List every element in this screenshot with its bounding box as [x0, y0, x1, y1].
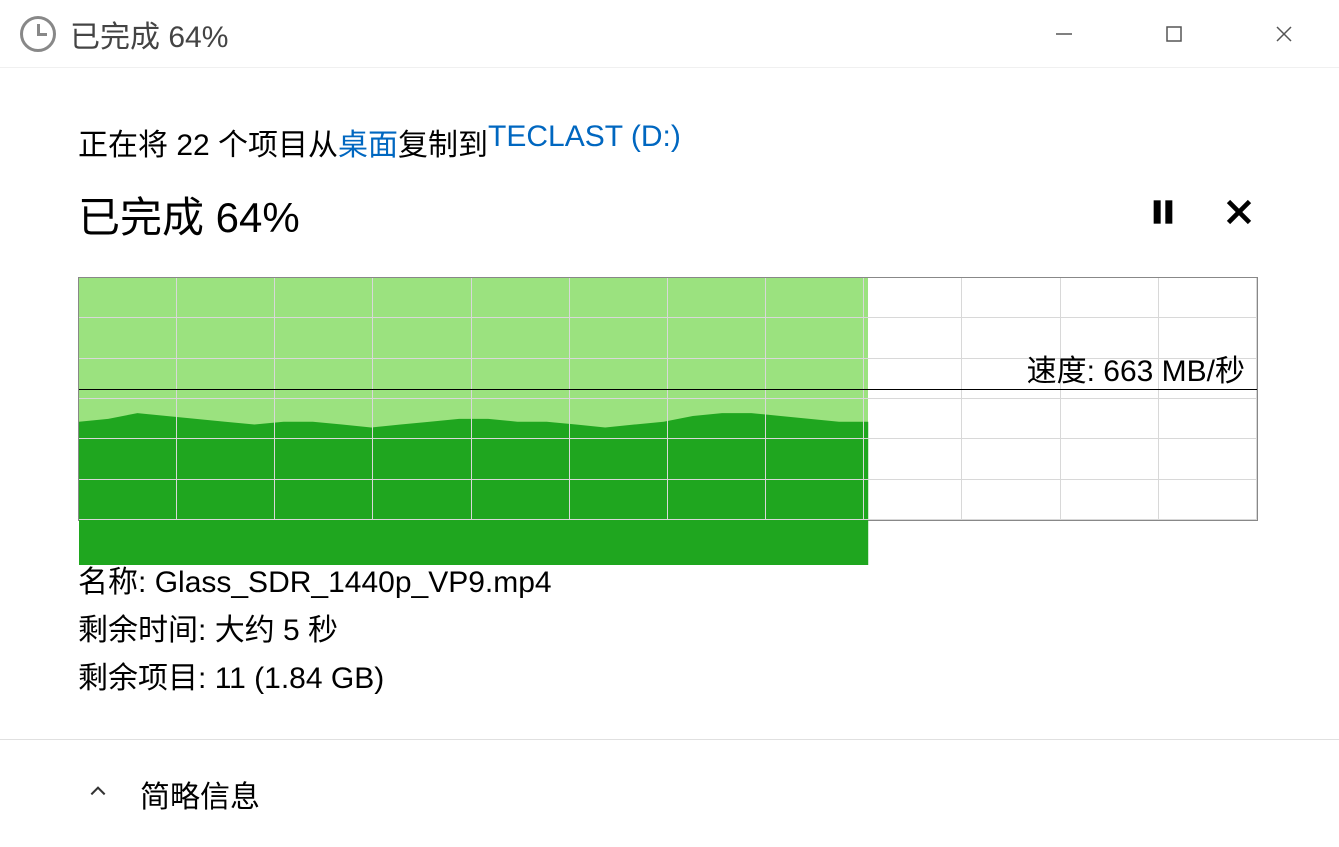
details-block: 名称: Glass_SDR_1440p_VP9.mp4 剩余时间: 大约 5 秒… — [78, 559, 1265, 703]
copy-prefix: 正在将 22 个项目从 — [78, 120, 338, 164]
chart-speed-area — [79, 278, 1257, 565]
detail-name-value: Glass_SDR_1440p_VP9.mp4 — [155, 566, 552, 599]
title-bar: 已完成 64% — [0, 0, 1339, 68]
cancel-button[interactable] — [1225, 198, 1253, 231]
window-title: 已完成 64% — [70, 12, 228, 56]
footer-label[interactable]: 简略信息 — [140, 772, 260, 816]
detail-time-label: 剩余时间: — [78, 614, 206, 647]
detail-name: 名称: Glass_SDR_1440p_VP9.mp4 — [78, 559, 1265, 607]
footer-bar: 简略信息 — [0, 739, 1339, 847]
close-button[interactable] — [1229, 0, 1339, 68]
detail-time-value: 大约 5 秒 — [215, 614, 338, 647]
collapse-button[interactable] — [88, 781, 108, 806]
copy-description: 正在将 22 个项目从 桌面 复制到 TECLAST (D:) — [78, 120, 1265, 164]
detail-items-label: 剩余项目: — [78, 662, 206, 695]
progress-text: 已完成 64% — [78, 184, 300, 245]
progress-controls — [1149, 198, 1265, 231]
maximize-button[interactable] — [1119, 0, 1229, 68]
minimize-button[interactable] — [1009, 0, 1119, 68]
detail-items: 剩余项目: 11 (1.84 GB) — [78, 655, 1265, 703]
detail-items-value: 11 (1.84 GB) — [215, 662, 385, 695]
detail-time: 剩余时间: 大约 5 秒 — [78, 607, 1265, 655]
pause-button[interactable] — [1149, 198, 1177, 231]
speed-chart: 速度: 663 MB/秒 — [78, 277, 1258, 521]
dest-link[interactable]: TECLAST (D:) — [488, 120, 681, 164]
chart-speed-label: 速度: 663 MB/秒 — [1027, 346, 1245, 390]
detail-name-label: 名称: — [78, 566, 146, 599]
clock-icon — [20, 16, 56, 52]
copy-middle: 复制到 — [398, 120, 488, 164]
source-link[interactable]: 桌面 — [338, 120, 398, 164]
progress-row: 已完成 64% — [78, 184, 1265, 245]
window-controls — [1009, 0, 1339, 68]
content-area: 正在将 22 个项目从 桌面 复制到 TECLAST (D:) 已完成 64% … — [0, 68, 1339, 703]
